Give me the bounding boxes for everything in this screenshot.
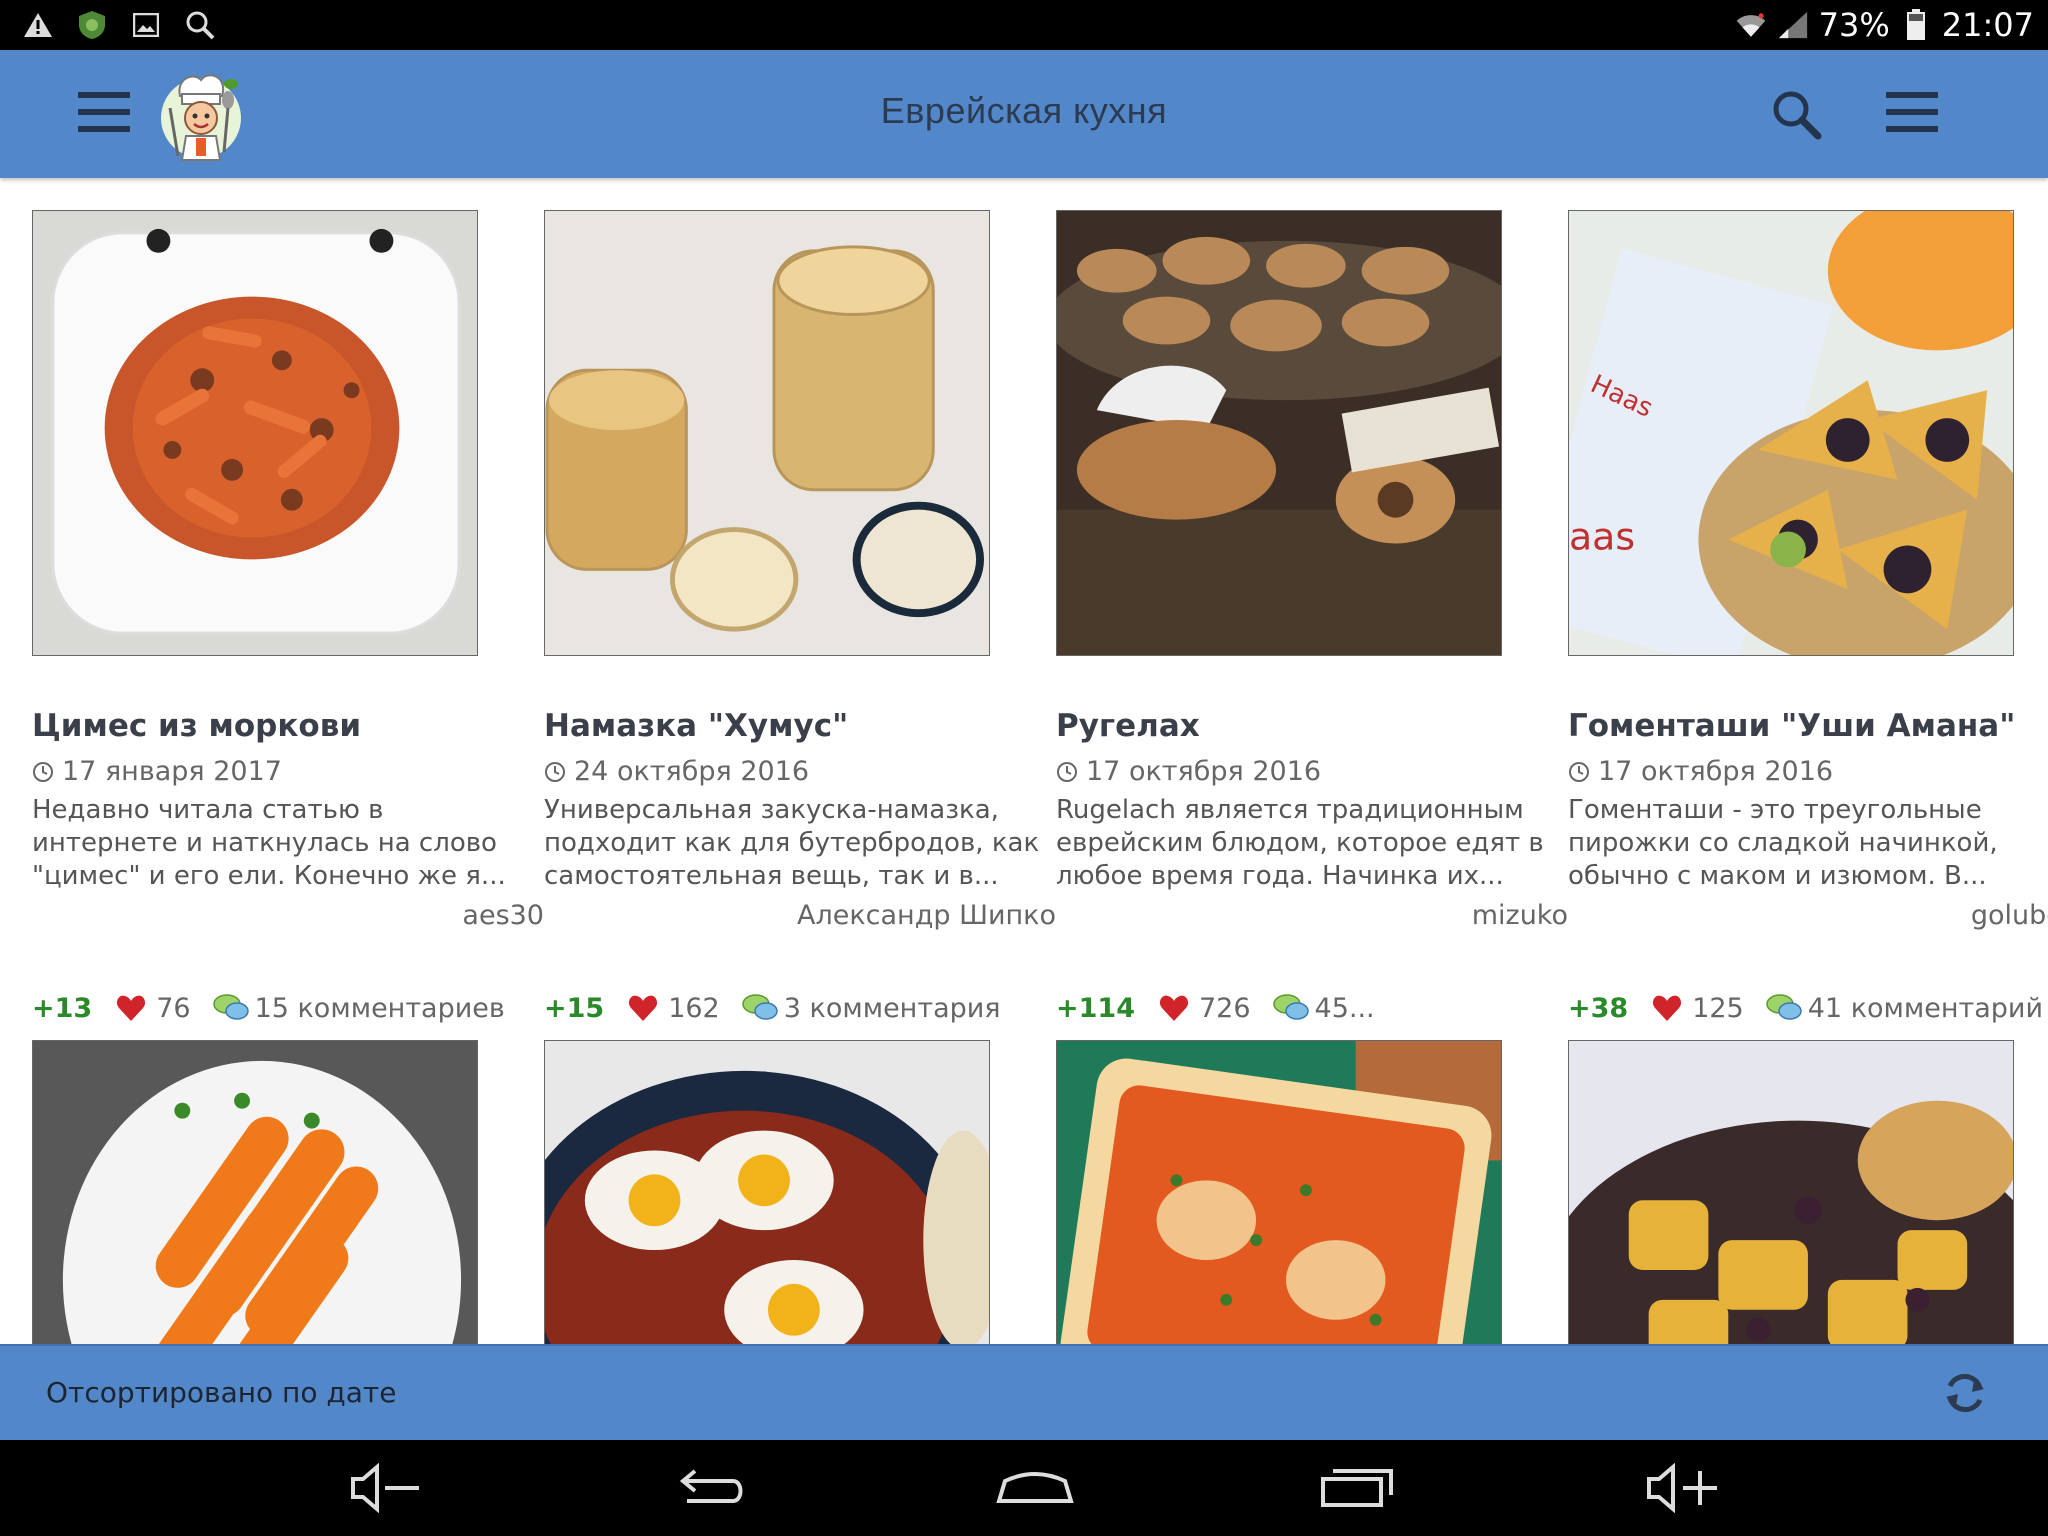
likes-count: 726 bbox=[1198, 992, 1251, 1024]
search-button[interactable] bbox=[1770, 88, 1824, 142]
recipe-thumbnail[interactable] bbox=[544, 210, 990, 656]
rating-score: +15 bbox=[544, 992, 605, 1024]
signal-icon bbox=[1777, 10, 1809, 40]
recipe-stats: +114 726 45... bbox=[1056, 990, 1375, 1026]
likes-count: 162 bbox=[668, 992, 720, 1024]
search-icon bbox=[1773, 91, 1822, 140]
volume-down-button[interactable] bbox=[322, 1440, 452, 1536]
recipe-date-text: 17 января 2017 bbox=[62, 756, 282, 787]
volume-up-icon bbox=[1647, 1463, 1717, 1513]
recipe-stats: +38 125 41 комментарий bbox=[1568, 990, 2043, 1026]
recipe-stats: +15 162 3 комментария bbox=[544, 990, 1001, 1026]
clock-icon bbox=[33, 761, 53, 782]
recipe-title[interactable]: Ругелах bbox=[1056, 708, 1566, 744]
recipe-thumbnail[interactable] bbox=[1056, 210, 1502, 656]
volume-down-icon bbox=[351, 1463, 419, 1513]
recipe-thumbnail[interactable] bbox=[1568, 1040, 2014, 1346]
recipe-date: 17 января 2017 bbox=[32, 756, 282, 787]
recipe-excerpt: Гоменташи - это треугольные пирожки со с… bbox=[1568, 795, 1998, 891]
shield-app-icon bbox=[76, 10, 108, 40]
rating-score: +114 bbox=[1056, 992, 1135, 1024]
system-navigation-bar bbox=[0, 1440, 2048, 1536]
heart-icon bbox=[629, 995, 658, 1021]
recipe-excerpt: Rugelach является традиционным еврейским… bbox=[1056, 795, 1544, 891]
recipe-thumbnail[interactable] bbox=[32, 1040, 478, 1346]
home-icon bbox=[996, 1472, 1074, 1503]
recipe-thumbnail[interactable] bbox=[1056, 1040, 1502, 1346]
comments-icon bbox=[1272, 994, 1309, 1020]
rating-score: +13 bbox=[32, 992, 93, 1024]
recipe-stats: +13 76 15 комментариев bbox=[32, 990, 505, 1026]
comments-count[interactable]: 45... bbox=[1315, 993, 1375, 1024]
svg-text:aas: aas bbox=[1569, 514, 1635, 558]
recipe-excerpt: Недавно читала статью в интернете и натк… bbox=[32, 795, 506, 891]
recipe-thumbnail[interactable] bbox=[32, 210, 478, 656]
warning-icon bbox=[22, 10, 54, 40]
recipe-thumbnail[interactable]: Haas aas bbox=[1568, 210, 2014, 656]
recents-icon bbox=[1321, 1469, 1393, 1507]
recipe-author[interactable]: aes30 bbox=[462, 900, 544, 931]
overflow-menu-button[interactable] bbox=[1886, 92, 1938, 132]
recipe-grid: Цимес из моркови 17 января 2017 Недавно … bbox=[0, 178, 2048, 1346]
back-button[interactable] bbox=[646, 1440, 776, 1536]
recents-button[interactable] bbox=[1294, 1440, 1424, 1536]
recipe-title[interactable]: Намазка "Хумус" bbox=[544, 708, 1054, 744]
comments-icon bbox=[742, 994, 778, 1020]
comments-icon bbox=[212, 994, 249, 1020]
home-button[interactable] bbox=[970, 1440, 1100, 1536]
refresh-button[interactable] bbox=[1940, 1368, 1990, 1418]
heart-icon bbox=[117, 995, 146, 1021]
gallery-icon bbox=[130, 10, 162, 40]
wifi-icon bbox=[1735, 10, 1767, 40]
volume-up-button[interactable] bbox=[1618, 1440, 1748, 1536]
recipe-title[interactable]: Цимес из моркови bbox=[32, 708, 542, 744]
app-bar: Еврейская кухня bbox=[0, 50, 2048, 178]
likes-count: 125 bbox=[1692, 992, 1744, 1024]
comments-count[interactable]: 41 комментарий bbox=[1808, 993, 2043, 1024]
sort-label[interactable]: Отсортировано по дате bbox=[46, 1376, 396, 1409]
recipe-date-text: 17 октября 2016 bbox=[1598, 756, 1834, 787]
clock-icon bbox=[1057, 761, 1077, 782]
recipe-date-text: 24 октября 2016 bbox=[574, 756, 810, 787]
recipe-author[interactable]: mizuko bbox=[1472, 900, 1568, 931]
heart-icon bbox=[1653, 995, 1682, 1021]
rating-score: +38 bbox=[1568, 992, 1629, 1024]
recipe-author[interactable]: golubga bbox=[1971, 900, 2048, 931]
clock-icon bbox=[1569, 761, 1589, 782]
clock: 21:07 bbox=[1941, 6, 2034, 44]
page-title: Еврейская кухня bbox=[880, 90, 1168, 131]
clock-icon bbox=[545, 761, 565, 782]
recipe-title[interactable]: Гоменташи "Уши Амана" bbox=[1568, 708, 2048, 744]
back-icon bbox=[679, 1469, 743, 1503]
battery-percent: 73% bbox=[1818, 6, 1890, 44]
refresh-icon bbox=[1946, 1374, 1984, 1412]
recipe-date: 24 октября 2016 bbox=[544, 756, 809, 787]
heart-icon bbox=[1159, 995, 1189, 1021]
recipe-excerpt: Универсальная закуска-намазка, подходит … bbox=[544, 795, 1040, 891]
likes-count: 76 bbox=[156, 992, 191, 1024]
comments-icon bbox=[1766, 994, 1802, 1020]
sort-bar: Отсортировано по дате bbox=[0, 1344, 2048, 1442]
status-bar: 73% 21:07 bbox=[0, 0, 2048, 50]
recipe-thumbnail[interactable] bbox=[544, 1040, 990, 1346]
comments-count[interactable]: 3 комментария bbox=[784, 993, 1001, 1024]
recipe-date-text: 17 октября 2016 bbox=[1086, 756, 1322, 787]
search-icon bbox=[184, 10, 216, 40]
recipe-date: 17 октября 2016 bbox=[1056, 756, 1321, 787]
comments-count[interactable]: 15 комментариев bbox=[255, 993, 505, 1024]
battery-icon bbox=[1900, 9, 1932, 40]
recipe-date: 17 октября 2016 bbox=[1568, 756, 1833, 787]
recipe-author[interactable]: Александр Шипко bbox=[797, 900, 1056, 931]
